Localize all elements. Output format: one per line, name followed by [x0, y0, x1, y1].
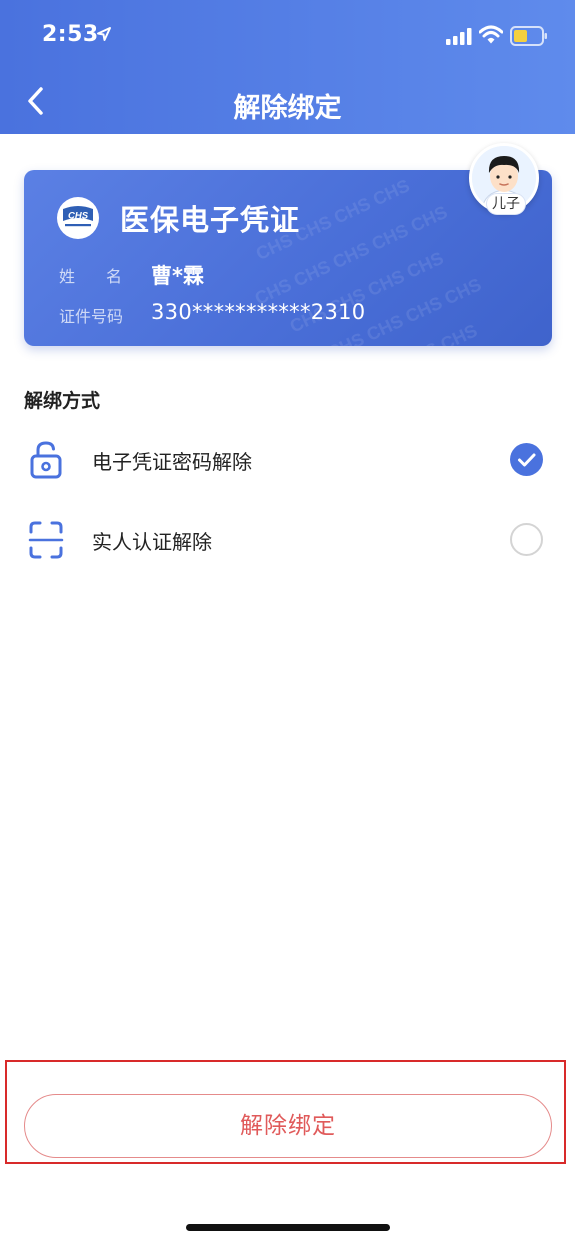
unbind-button[interactable]: 解除绑定: [24, 1094, 552, 1158]
option-label: 实人认证解除: [92, 530, 212, 554]
relation-tag: 儿子: [486, 193, 526, 215]
option-label: 电子凭证密码解除: [92, 450, 252, 474]
name-value: 曹*霖: [151, 264, 204, 288]
battery-icon: [510, 26, 547, 46]
svg-text:CHS: CHS: [68, 211, 89, 222]
card-title: 医保电子凭证: [120, 203, 301, 237]
wifi-icon: [479, 25, 503, 44]
section-title: 解绑方式: [24, 390, 101, 412]
status-time: 2:53: [42, 22, 99, 47]
location-arrow-icon: [97, 27, 111, 41]
cellular-signal-icon: [446, 28, 472, 45]
name-label: 姓名: [59, 267, 154, 286]
home-indicator: [186, 1224, 390, 1231]
unlock-icon: [30, 441, 62, 479]
chs-logo: CHS: [57, 197, 99, 239]
id-number-value: 330***********2310: [151, 300, 366, 324]
face-scan-icon: [28, 521, 64, 559]
chs-logo-icon: CHS: [63, 206, 93, 227]
id-number-label: 证件号码: [59, 307, 124, 326]
credential-card: CHS CHS CHS CHS CHS CHS CHS CHS CHS CHS …: [24, 170, 552, 346]
radio-unselected[interactable]: [510, 523, 543, 556]
option-face-auth-unbind[interactable]: 实人认证解除: [0, 504, 575, 574]
page-title: 解除绑定: [233, 93, 342, 124]
status-bar: 2:53: [0, 0, 575, 72]
checkmark-icon: [518, 453, 536, 467]
header: 2:53 解除绑定: [0, 0, 575, 134]
option-password-unbind[interactable]: 电子凭证密码解除: [0, 424, 575, 494]
radio-selected[interactable]: [510, 443, 543, 476]
